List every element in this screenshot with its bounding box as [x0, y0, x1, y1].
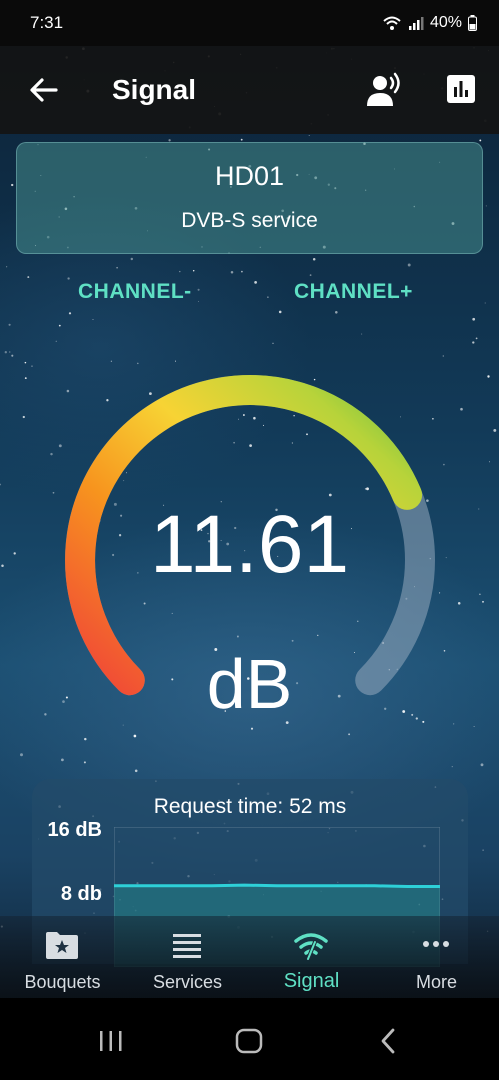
- star: [240, 138, 243, 141]
- y-axis-label-8: 8 db: [60, 883, 102, 905]
- star: [309, 274, 312, 276]
- service-card: HD01 DVB-S service: [16, 142, 483, 254]
- app-bar: Signal: [0, 46, 499, 134]
- star: [31, 365, 33, 367]
- star: [484, 302, 486, 304]
- star: [473, 725, 475, 728]
- star: [116, 266, 118, 269]
- star: [475, 337, 478, 340]
- nav-label-signal: Signal: [283, 970, 340, 992]
- nav-more[interactable]: More: [374, 916, 499, 998]
- star: [83, 761, 86, 764]
- star: [6, 266, 8, 268]
- wifi-icon: [383, 16, 401, 30]
- star: [485, 205, 487, 207]
- y-axis-label-16: 16 dB: [47, 819, 102, 841]
- battery-percent: 40%: [429, 14, 462, 31]
- star: [267, 296, 269, 298]
- battery-icon: [468, 15, 477, 31]
- status-icons: 40%: [382, 14, 477, 32]
- bar-chart-icon[interactable]: [446, 74, 476, 104]
- star: [230, 270, 234, 274]
- star: [482, 600, 484, 603]
- star: [24, 377, 27, 380]
- page-title: Signal: [112, 74, 197, 105]
- star: [493, 428, 497, 432]
- star: [361, 333, 363, 335]
- star: [241, 270, 243, 273]
- star: [308, 135, 310, 136]
- bottom-navigation: Bouquets Services Signal More: [0, 916, 499, 998]
- star: [58, 324, 61, 327]
- star: [198, 301, 199, 302]
- voice-announce-icon[interactable]: [366, 72, 404, 108]
- nav-bouquets[interactable]: Bouquets: [0, 916, 125, 998]
- star: [479, 139, 482, 142]
- star: [130, 257, 134, 261]
- nav-label-services: Services: [152, 972, 223, 992]
- star: [479, 593, 481, 596]
- status-bar: 7:31 40%: [0, 0, 499, 46]
- star: [192, 269, 195, 272]
- star: [487, 375, 490, 378]
- home-icon[interactable]: [234, 1026, 264, 1056]
- back-arrow-icon[interactable]: [28, 74, 60, 106]
- star: [272, 342, 274, 344]
- channel-next-button[interactable]: CHANNEL+: [294, 280, 413, 304]
- star: [472, 317, 476, 321]
- star: [24, 361, 27, 364]
- star: [278, 310, 282, 314]
- star: [480, 763, 484, 767]
- star: [179, 270, 181, 273]
- star: [489, 461, 491, 463]
- star: [92, 319, 94, 321]
- star: [197, 288, 200, 291]
- service-type: DVB-S service: [181, 209, 318, 232]
- nav-label-bouquets: Bouquets: [24, 972, 101, 992]
- star: [55, 340, 57, 342]
- nav-signal[interactable]: Signal: [249, 916, 374, 998]
- history-line: [114, 883, 440, 888]
- star: [11, 354, 14, 357]
- star: [20, 753, 23, 757]
- service-name: HD01: [214, 161, 285, 191]
- nav-label-more: More: [415, 972, 457, 992]
- star: [0, 483, 1, 486]
- recent-apps-icon[interactable]: [96, 1026, 126, 1056]
- signal-value: 11.61: [149, 499, 350, 590]
- system-back-icon[interactable]: [374, 1026, 404, 1056]
- system-navigation-bar: [0, 998, 499, 1080]
- channel-prev-button[interactable]: CHANNEL-: [78, 280, 192, 304]
- star: [67, 277, 70, 280]
- cell-signal-icon: [408, 17, 424, 30]
- star: [11, 183, 14, 187]
- star: [482, 849, 484, 851]
- star: [27, 276, 30, 279]
- star: [472, 341, 475, 344]
- status-time: 7:31: [30, 13, 64, 32]
- signal-unit: dB: [206, 645, 293, 723]
- star: [134, 769, 138, 773]
- star: [254, 281, 257, 284]
- star: [4, 351, 7, 354]
- star: [22, 415, 25, 419]
- star: [407, 263, 411, 267]
- star-folder-icon: [46, 932, 78, 959]
- star: [460, 407, 463, 411]
- app-screen: Signal HD01 DVB-S service CHANNEL- CHANN…: [0, 46, 499, 998]
- star: [451, 766, 453, 768]
- star: [68, 312, 72, 315]
- star: [9, 351, 11, 353]
- star: [8, 323, 11, 326]
- star: [312, 258, 316, 261]
- signal-icon: [294, 933, 328, 960]
- request-time: Request time: 52 ms: [153, 795, 347, 818]
- star: [335, 311, 338, 314]
- star: [61, 758, 64, 762]
- nav-services[interactable]: Services: [125, 916, 250, 998]
- more-icon: [423, 941, 449, 947]
- list-icon: [173, 934, 201, 958]
